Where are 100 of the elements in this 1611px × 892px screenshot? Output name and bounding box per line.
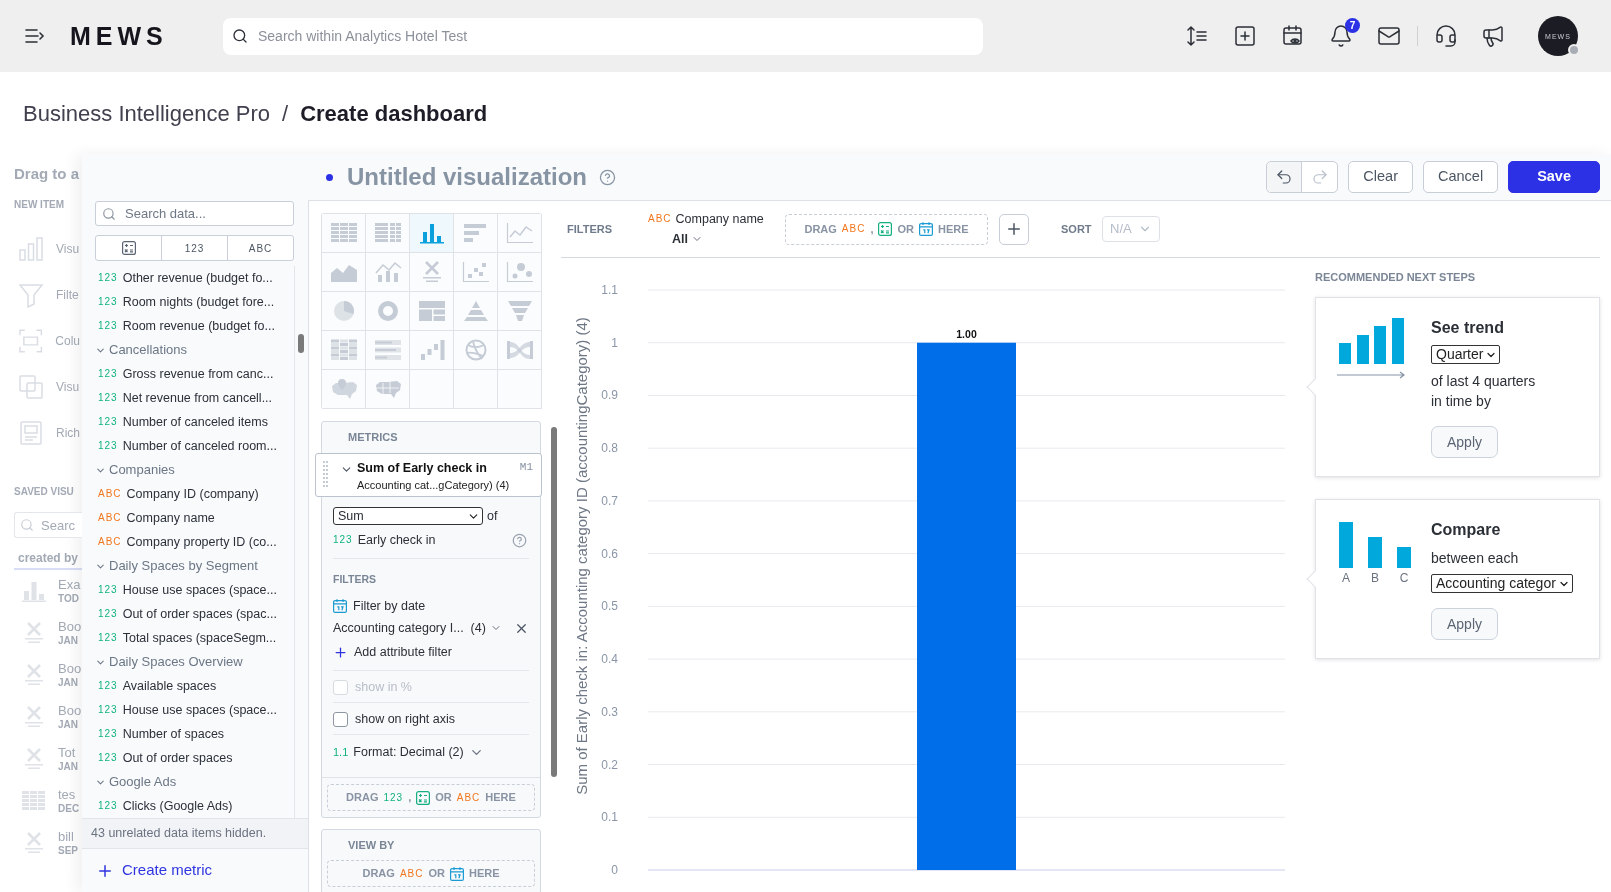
chart-type-button[interactable] — [454, 214, 498, 253]
data-item[interactable]: 123 Room revenue (budget fo... — [95, 314, 294, 338]
line-spacing-icon[interactable] — [1185, 24, 1209, 48]
chart-type-button[interactable] — [322, 214, 366, 253]
group-toggle[interactable]: Daily Spaces Overview — [95, 650, 243, 674]
data-item[interactable]: 123 Net revenue from cancell... — [95, 386, 294, 410]
chart-type-button[interactable] — [498, 331, 542, 370]
chart-type-button[interactable] — [366, 214, 410, 253]
chart-type-button[interactable] — [322, 331, 366, 370]
data-item[interactable]: 123 Total spaces (spaceSegm... — [95, 626, 294, 650]
aggregation-select[interactable]: Sum — [333, 507, 483, 525]
primary-button[interactable]: Save — [1508, 161, 1600, 193]
drop-hint-text: HERE — [937, 221, 969, 237]
chart-type-button[interactable] — [498, 253, 542, 292]
secondary-button[interactable]: Clear — [1348, 161, 1413, 193]
chart-type-button[interactable] — [366, 370, 410, 409]
undo-button[interactable] — [1267, 162, 1303, 192]
card-text: between each — [1431, 549, 1519, 568]
apply-button[interactable]: Apply — [1431, 608, 1498, 640]
checkbox[interactable] — [333, 711, 348, 727]
x-mark-icon — [22, 664, 46, 686]
chart-type-button[interactable] — [410, 292, 454, 331]
scrollbar-thumb[interactable] — [298, 334, 304, 353]
metric-type-label: 123 — [98, 321, 118, 331]
dropdown-select[interactable]: Quarter — [1431, 345, 1501, 364]
data-item[interactable]: 123 Number of canceled room... — [95, 434, 294, 458]
search-field[interactable]: Search within Analytics Hotel Test — [223, 17, 983, 55]
logo[interactable]: MEWS — [70, 23, 183, 49]
status-icon — [1568, 44, 1580, 56]
type-filter-tab[interactable]: ABC — [227, 235, 294, 261]
mail-icon[interactable] — [1377, 24, 1401, 48]
help-icon[interactable] — [599, 168, 617, 186]
calendar-eye-icon[interactable] — [1281, 24, 1305, 48]
data-item[interactable]: 123 Other revenue (budget fo... — [95, 266, 294, 290]
data-item[interactable]: 123 House use spaces (space... — [95, 578, 294, 602]
data-item[interactable]: 123 Room nights (budget fore... — [95, 290, 294, 314]
data-item[interactable]: ABC Company ID (company) — [95, 482, 294, 506]
secondary-button[interactable]: Cancel — [1423, 161, 1499, 193]
group-toggle[interactable]: Companies — [95, 458, 175, 482]
chart-type-button[interactable] — [410, 331, 454, 370]
chart-type-button[interactable] — [498, 214, 542, 253]
section-heading: VIEW BY — [348, 837, 395, 853]
data-item[interactable]: 123 House use spaces (space... — [95, 698, 294, 722]
chart-type-button[interactable] — [454, 292, 498, 331]
type-filter-tab[interactable]: 123 — [161, 235, 228, 261]
breadcrumb-link[interactable]: Business Intelligence Pro — [23, 96, 271, 130]
scrollbar-thumb[interactable] — [551, 427, 557, 777]
data-item[interactable]: ABC Company name — [95, 506, 294, 530]
metric-card[interactable]: Sum of Early check in Accounting cat...gCategory) (4) M1 — [315, 453, 542, 497]
drag-handle-icon[interactable] — [323, 461, 328, 489]
page-title: Create dashboard — [300, 99, 488, 128]
create-metric-button[interactable]: Create metric — [96, 859, 213, 882]
drop-hint-text: OR — [435, 790, 452, 806]
search-icon — [232, 27, 248, 44]
item-date: TOD — [58, 592, 80, 606]
chart-type-button[interactable] — [322, 253, 366, 292]
drop-hint-text: OR — [428, 866, 445, 882]
item-name: tes — [58, 786, 77, 803]
region-map-icon — [373, 378, 402, 400]
group-toggle[interactable]: Google Ads — [95, 770, 177, 794]
chart-type-button[interactable] — [498, 292, 542, 331]
group-toggle[interactable]: Cancellations — [95, 338, 188, 362]
filter-value-dropdown[interactable]: All — [672, 229, 703, 249]
add-attribute-filter-button[interactable]: Add attribute filter — [333, 640, 452, 664]
format-dropdown[interactable]: 1.1 Format: Decimal (2) — [333, 740, 484, 764]
group-toggle[interactable]: Daily Spaces by Segment — [95, 554, 258, 578]
chart-type-button[interactable] — [322, 292, 366, 331]
add-filter-button[interactable] — [999, 213, 1029, 245]
menu-icon[interactable] — [25, 28, 45, 44]
data-item[interactable]: 123 Out of order spaces — [95, 746, 294, 770]
data-item[interactable]: 123 Gross revenue from canc... — [95, 362, 294, 386]
chart-type-button[interactable] — [410, 214, 454, 253]
chart-type-button[interactable] — [454, 331, 498, 370]
search-field[interactable]: Searc — [14, 512, 82, 538]
data-item[interactable]: 123 Clicks (Google Ads) — [95, 794, 294, 818]
data-item[interactable]: 123 Number of spaces — [95, 722, 294, 746]
item-date: JAN — [58, 676, 79, 690]
search-field[interactable]: Search data... — [95, 201, 294, 226]
dropdown-select[interactable]: Accounting categor — [1431, 574, 1573, 593]
y-axis-title: Sum of Early check in: Accounting category ID (accountingCategory) (4) — [573, 317, 590, 795]
y-tick-label: 0.4 — [601, 652, 618, 667]
type-filter-tab[interactable] — [95, 235, 162, 261]
data-item[interactable]: 123 Out of order spaces (spac... — [95, 602, 294, 626]
chart-type-button[interactable] — [454, 253, 498, 292]
date-filter-button[interactable]: Filter by date — [333, 596, 426, 616]
attribute-filter-dropdown[interactable]: Accounting category I... (4) — [333, 618, 502, 638]
help-icon[interactable] — [512, 532, 527, 548]
chart-type-button[interactable] — [366, 253, 410, 292]
data-item[interactable]: 123 Available spaces — [95, 674, 294, 698]
plus-square-icon[interactable] — [1233, 24, 1257, 48]
data-item[interactable]: ABC Company property ID (co... — [95, 530, 294, 554]
apply-button[interactable]: Apply — [1431, 426, 1498, 458]
megaphone-icon[interactable] — [1481, 24, 1505, 48]
undo-icon — [1275, 168, 1294, 186]
headset-icon[interactable] — [1434, 24, 1458, 48]
chart-type-button[interactable] — [366, 292, 410, 331]
chart-type-button[interactable] — [410, 253, 454, 292]
data-item[interactable]: 123 Number of canceled items — [95, 410, 294, 434]
chart-type-button[interactable] — [322, 370, 366, 409]
chart-type-button[interactable] — [366, 331, 410, 370]
